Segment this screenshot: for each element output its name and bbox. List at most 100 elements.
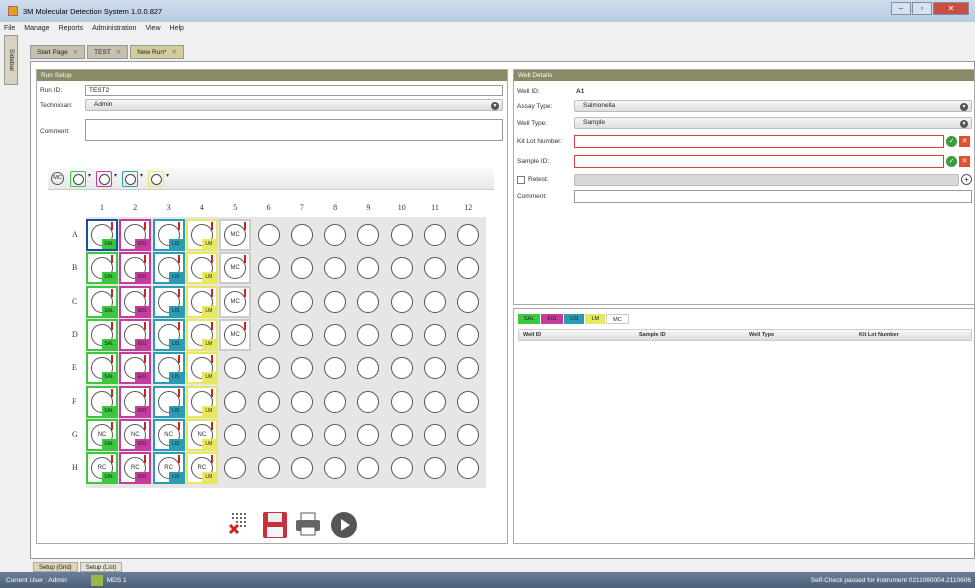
clear-icon[interactable]: ✕ — [959, 136, 970, 147]
tab-new-run[interactable]: New Run* ✕ — [130, 45, 184, 59]
e01-well-icon[interactable] — [96, 171, 112, 187]
tab-test[interactable]: TEST ✕ — [87, 45, 129, 59]
minimize-button[interactable]: – — [891, 2, 911, 15]
lis-well-icon[interactable] — [122, 171, 138, 187]
well-G11[interactable] — [419, 419, 451, 451]
tab-setup-list[interactable]: Setup (List) — [79, 562, 123, 572]
col-well-id[interactable]: Well ID — [523, 332, 541, 338]
well-D8[interactable] — [319, 319, 351, 351]
well-A11[interactable] — [419, 219, 451, 251]
well-E10[interactable] — [386, 352, 418, 384]
well-D9[interactable] — [352, 319, 384, 351]
well-F12[interactable] — [452, 386, 484, 418]
confirm-icon[interactable]: ✓ — [946, 156, 957, 167]
well-A10[interactable] — [386, 219, 418, 251]
col-kit-lot-number[interactable]: Kit Lot Number — [859, 332, 899, 338]
well-F10[interactable] — [386, 386, 418, 418]
start-run-icon[interactable] — [330, 511, 358, 541]
well-H4[interactable]: RC LM — [185, 452, 218, 485]
well-F9[interactable] — [352, 386, 384, 418]
well-D4[interactable]: LM — [185, 318, 218, 351]
assay-type-dropdown[interactable]: Salmonella ▼ — [574, 100, 972, 112]
well-C11[interactable] — [419, 286, 451, 318]
well-C2[interactable]: E01 — [119, 285, 152, 318]
well-F5[interactable] — [219, 386, 251, 418]
well-C6[interactable] — [253, 286, 285, 318]
well-E2[interactable]: E01 — [119, 352, 152, 385]
well-B11[interactable] — [419, 252, 451, 284]
well-B12[interactable] — [452, 252, 484, 284]
well-A8[interactable] — [319, 219, 351, 251]
well-G1[interactable]: NC SAL — [86, 418, 118, 451]
well-E12[interactable] — [452, 352, 484, 384]
menu-help[interactable]: Help — [170, 25, 184, 32]
sal-well-icon[interactable] — [70, 171, 86, 187]
well-G10[interactable] — [386, 419, 418, 451]
well-H11[interactable] — [419, 452, 451, 484]
well-G12[interactable] — [452, 419, 484, 451]
well-E11[interactable] — [419, 352, 451, 384]
well-D12[interactable] — [452, 319, 484, 351]
well-D10[interactable] — [386, 319, 418, 351]
well-D1[interactable]: SAL — [86, 318, 118, 351]
well-H7[interactable] — [286, 452, 318, 484]
well-F2[interactable]: E01 — [119, 385, 152, 418]
well-C8[interactable] — [319, 286, 351, 318]
well-G3[interactable]: NC LIS — [152, 418, 185, 451]
legend-e01[interactable]: E01 — [541, 314, 564, 324]
well-B6[interactable] — [253, 252, 285, 284]
well-D11[interactable] — [419, 319, 451, 351]
menu-view[interactable]: View — [145, 25, 160, 32]
well-B2[interactable]: E01 — [119, 252, 152, 285]
well-E6[interactable] — [253, 352, 285, 384]
well-H2[interactable]: RC E01 — [119, 452, 152, 485]
well-G2[interactable]: NC E01 — [119, 418, 152, 451]
well-A9[interactable] — [352, 219, 384, 251]
well-comment-input[interactable] — [574, 190, 972, 203]
save-icon[interactable] — [262, 511, 288, 541]
well-F11[interactable] — [419, 386, 451, 418]
legend-sal[interactable]: SAL — [518, 314, 541, 324]
well-B3[interactable]: LIS — [152, 252, 185, 285]
well-F3[interactable]: LIS — [152, 385, 185, 418]
well-D7[interactable] — [286, 319, 318, 351]
well-C5[interactable]: MC — [219, 285, 252, 318]
well-A5[interactable]: MC — [219, 219, 252, 251]
legend-lm[interactable]: LM — [585, 314, 606, 324]
retest-dropdown[interactable] — [574, 174, 959, 186]
menu-manage[interactable]: Manage — [24, 25, 49, 32]
well-H1[interactable]: RC SAL — [86, 452, 118, 485]
well-A4[interactable]: LM — [185, 219, 218, 251]
well-H12[interactable] — [452, 452, 484, 484]
well-B1[interactable]: SAL — [86, 252, 118, 285]
well-A12[interactable] — [452, 219, 484, 251]
well-B9[interactable] — [352, 252, 384, 284]
well-G7[interactable] — [286, 419, 318, 451]
retest-checkbox[interactable] — [517, 176, 525, 184]
clear-icon[interactable]: ✕ — [959, 156, 970, 167]
col-well-type[interactable]: Well Type — [749, 332, 774, 338]
clear-plate-icon[interactable] — [228, 511, 252, 541]
well-C7[interactable] — [286, 286, 318, 318]
mc-icon[interactable]: MC — [51, 172, 64, 185]
well-G4[interactable]: NC LM — [185, 418, 218, 451]
legend-mc[interactable]: MC — [606, 314, 629, 324]
chevron-down-icon[interactable]: ▾ — [166, 172, 171, 179]
lm-well-icon[interactable] — [148, 171, 164, 187]
well-H9[interactable] — [352, 452, 384, 484]
well-F8[interactable] — [319, 386, 351, 418]
instrument-name[interactable]: MDS 1 — [107, 577, 127, 584]
close-button[interactable]: ✕ — [933, 2, 969, 15]
confirm-icon[interactable]: ✓ — [946, 136, 957, 147]
well-H3[interactable]: RC LIS — [152, 452, 185, 485]
menu-file[interactable]: File — [4, 25, 15, 32]
run-id-input[interactable]: TEST2 — [85, 85, 503, 96]
well-E4[interactable]: LM — [185, 352, 218, 385]
sample-id-input[interactable] — [574, 155, 944, 168]
well-E3[interactable]: LIS — [152, 352, 185, 385]
chevron-down-icon[interactable]: ▾ — [88, 172, 93, 179]
well-D3[interactable]: LIS — [152, 318, 185, 351]
well-B7[interactable] — [286, 252, 318, 284]
well-C3[interactable]: LIS — [152, 285, 185, 318]
well-D2[interactable]: E01 — [119, 318, 152, 351]
